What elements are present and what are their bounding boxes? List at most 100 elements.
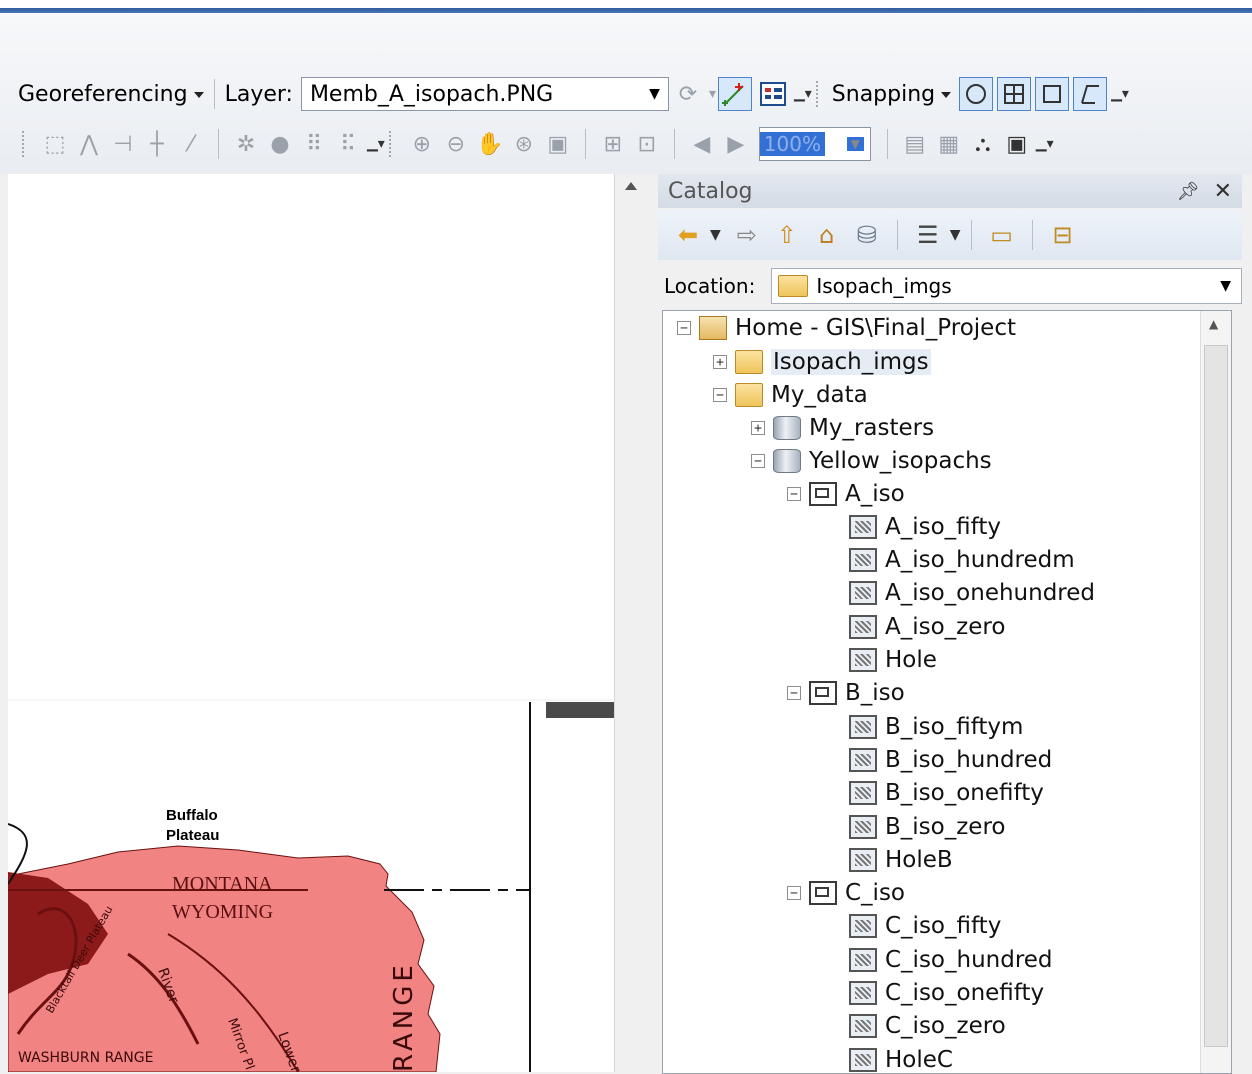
tree-item-raster[interactable]: C_iso_zero — [849, 1011, 1006, 1041]
sphere-icon[interactable]: ● — [266, 130, 294, 158]
tree-item-my-rasters[interactable]: + My_rasters — [751, 413, 934, 443]
full-extent-icon[interactable]: ⊛ — [510, 130, 538, 158]
collapse-icon[interactable]: − — [751, 454, 765, 468]
sketch-icon[interactable]: ✲ — [232, 130, 260, 158]
reshape-icon[interactable]: ⋀ — [75, 130, 103, 158]
zoom-percent-select[interactable]: 100% ▼ — [758, 127, 871, 161]
up-one-level-icon[interactable]: ⇧ — [770, 218, 804, 252]
tree-item-raster[interactable]: A_iso_zero — [849, 612, 1005, 642]
page-layout-icon[interactable]: ▤ — [901, 130, 929, 158]
toolbar-grip[interactable] — [388, 131, 401, 157]
tree-item-raster[interactable]: A_iso_onehundred — [849, 578, 1095, 608]
toolbar-options-icon[interactable]: ▁▾ — [794, 86, 812, 102]
raster-icon — [849, 548, 877, 572]
toggle-contents-icon[interactable]: ⊟ — [1046, 218, 1080, 252]
back-extent-icon[interactable]: ◀ — [688, 130, 716, 158]
python-window-icon[interactable]: ▣ — [1003, 130, 1031, 158]
tree-item-my-data[interactable]: − My_data — [713, 380, 868, 410]
snapping-menu[interactable]: Snapping — [832, 82, 951, 107]
scroll-thumb[interactable] — [1204, 345, 1228, 1047]
tree-item-raster[interactable]: B_iso_zero — [849, 812, 1005, 842]
catalog-tree[interactable]: ▲ − Home - GIS\Final_Project + Isopach_i… — [662, 310, 1232, 1074]
tree-item-raster[interactable]: HoleB — [849, 845, 953, 875]
tree-item-raster[interactable]: C_iso_hundred — [849, 945, 1053, 975]
fixed-zoom-in-icon[interactable]: ⊞ — [599, 130, 627, 158]
forward-icon[interactable]: ⇨ — [730, 218, 764, 252]
scroll-up-icon[interactable]: ▲ — [1209, 317, 1218, 331]
back-icon[interactable]: ⬅ — [671, 218, 705, 252]
collapse-icon[interactable]: − — [787, 886, 801, 900]
chevron-down-icon: ▼ — [846, 137, 864, 151]
default-gdb-icon[interactable]: ⛁ — [850, 218, 884, 252]
tree-item-c-iso[interactable]: − C_iso — [787, 878, 905, 908]
layer-select[interactable]: Memb_A_isopach.PNG ▼ — [300, 77, 669, 111]
tree-item-label: A_iso — [845, 481, 905, 507]
toolbar-options-icon[interactable]: ▁▾ — [1036, 136, 1054, 152]
raster-icon — [849, 748, 877, 772]
toolbar-grip[interactable] — [815, 81, 828, 107]
pin-icon[interactable]: 📌︎ — [1177, 181, 1200, 202]
map-display[interactable]: Buffalo Plateau MONTANA WYOMING Blacktai… — [8, 174, 614, 1072]
collapse-icon[interactable]: − — [713, 388, 727, 402]
tree-item-raster[interactable]: Hole — [849, 645, 937, 675]
home-icon[interactable]: ⌂ — [810, 218, 844, 252]
tree-item-raster[interactable]: B_iso_hundred — [849, 745, 1052, 775]
expand-icon[interactable]: + — [713, 355, 727, 369]
tree-item-label: C_iso — [845, 880, 906, 906]
point-snapping-icon[interactable] — [959, 77, 994, 111]
tree-item-raster[interactable]: A_iso_hundredm — [849, 545, 1075, 575]
tree-item-raster[interactable]: A_iso_fifty — [849, 512, 1001, 542]
zoom-to-layer-icon[interactable]: ▣ — [544, 130, 572, 158]
edit-tool-icon[interactable]: ⬚ — [41, 130, 69, 158]
split-icon[interactable]: ⊣ — [109, 130, 137, 158]
vertex-add-icon[interactable]: ┼ — [143, 130, 171, 158]
zoom-in-icon[interactable]: ⊕ — [408, 130, 436, 158]
scroll-up-icon[interactable] — [625, 182, 637, 190]
expand-icon[interactable]: + — [751, 421, 765, 435]
toolbar-options-icon[interactable]: ▁▾ — [367, 136, 385, 152]
tree-item-raster[interactable]: B_iso_onefifty — [849, 778, 1044, 808]
connect-folder-icon[interactable]: ▭ — [985, 218, 1019, 252]
zoom-out-icon[interactable]: ⊖ — [442, 130, 470, 158]
add-control-points-icon[interactable] — [717, 77, 752, 111]
forward-extent-icon[interactable]: ▶ — [722, 130, 750, 158]
link-table-icon[interactable] — [756, 77, 790, 111]
view-options-icon[interactable]: ☰ — [911, 218, 945, 252]
tree-item-a-iso[interactable]: − A_iso — [787, 479, 905, 509]
pan-icon[interactable]: ✋ — [476, 130, 504, 158]
tree-item-raster[interactable]: HoleC — [849, 1045, 953, 1073]
close-icon[interactable]: ✕ — [1214, 179, 1232, 204]
tree-vertical-scrollbar[interactable]: ▲ — [1200, 311, 1231, 1073]
tree-item-home[interactable]: − Home - GIS\Final_Project — [677, 313, 1016, 343]
collapse-icon[interactable]: − — [787, 686, 801, 700]
toolbar-options-icon[interactable]: ▁▾ — [1111, 86, 1129, 102]
layout-view-icon[interactable]: ▦ — [935, 130, 963, 158]
chevron-down-icon[interactable]: ▼ — [950, 227, 961, 243]
chevron-down-icon: ▼ — [1220, 278, 1231, 294]
fixed-zoom-out-icon[interactable]: ⊡ — [633, 130, 661, 158]
edge-snapping-icon[interactable] — [1073, 77, 1108, 111]
tree-item-raster[interactable]: B_iso_fiftym — [849, 712, 1023, 742]
cut-polygon-icon[interactable]: ⁄ — [177, 130, 205, 158]
chevron-down-icon[interactable]: ▾ — [709, 86, 716, 102]
tree-item-b-iso[interactable]: − B_iso — [787, 678, 905, 708]
tree-item-raster[interactable]: C_iso_fifty — [849, 911, 1001, 941]
topology-icon[interactable]: ⠿ — [300, 130, 328, 158]
collapse-icon[interactable]: − — [677, 321, 691, 335]
toolbar-grip[interactable] — [22, 131, 34, 157]
tree-item-yellow-isopachs[interactable]: − Yellow_isopachs — [751, 446, 992, 476]
tree-item-isopach-imgs[interactable]: + Isopach_imgs — [713, 347, 931, 377]
map-vertical-scrollbar[interactable] — [614, 174, 651, 1072]
layer-select-value: Memb_A_isopach.PNG — [309, 81, 554, 107]
window-title-strip — [0, 0, 1252, 14]
rotate-icon[interactable]: ⟳ — [671, 77, 705, 111]
arc-toolbox-icon[interactable]: ⛬ — [969, 130, 997, 158]
chevron-down-icon[interactable]: ▼ — [710, 227, 721, 243]
topology-edit-icon[interactable]: ⠯ — [334, 130, 362, 158]
georeferencing-menu[interactable]: Georeferencing — [18, 82, 204, 107]
vertex-snapping-icon[interactable] — [1035, 77, 1070, 111]
end-snapping-icon[interactable] — [997, 77, 1032, 111]
collapse-icon[interactable]: − — [787, 487, 801, 501]
tree-item-raster[interactable]: C_iso_onefifty — [849, 978, 1044, 1008]
location-select[interactable]: Isopach_imgs ▼ — [771, 268, 1242, 304]
